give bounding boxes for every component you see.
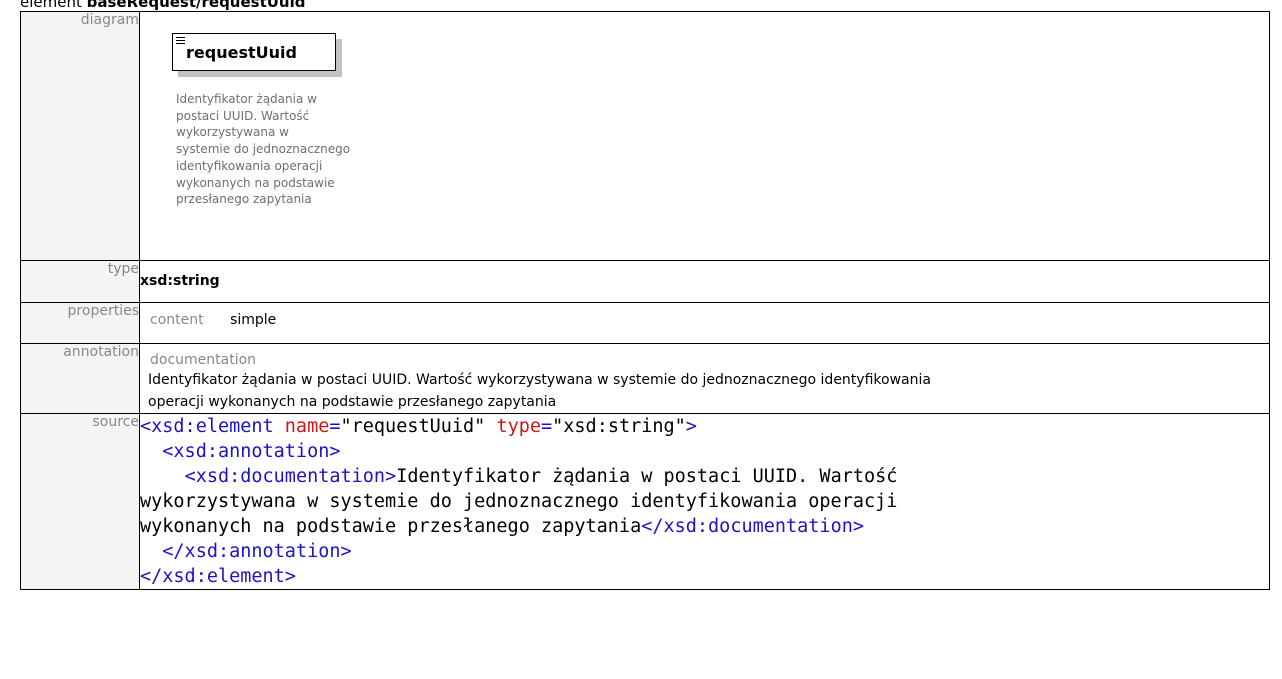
- annotation-key: documentation: [150, 352, 257, 368]
- diagram-note-line: postaci UUID. Wartość: [176, 108, 310, 123]
- property-value: simple: [230, 312, 277, 328]
- row-source: source <xsd:element name="requestUuid" t…: [20, 413, 1270, 590]
- source-line-1: <xsd:element name="requestUuid" type="xs…: [140, 416, 697, 437]
- row-type: type xsd:string: [20, 260, 1270, 303]
- annotation-line: operacji wykonanych na podstawie przesła…: [148, 394, 557, 410]
- diagram-note-line: systemie do jednoznacznego: [176, 142, 351, 157]
- heading-prefix: element: [20, 0, 82, 11]
- diagram-note-line: przesłanego zapytania: [176, 192, 312, 207]
- label-diagram: diagram: [20, 11, 140, 261]
- row-annotation: annotation documentation Identyfikator ż…: [20, 343, 1270, 414]
- diagram-note-line: wykonanych na podstawie: [176, 175, 335, 190]
- diagram-cell: requestUuid Identyfikator żądania w post…: [139, 11, 1270, 261]
- diagram-note: Identyfikator żądania w postaci UUID. Wa…: [176, 91, 416, 208]
- annotation-cell: documentation Identyfikator żądania w po…: [139, 343, 1270, 414]
- source-line-7: </xsd:element>: [140, 566, 296, 587]
- diagram-note-line: Identyfikator żądania w: [176, 92, 317, 106]
- element-doc-table: diagram requestUuid Identyfikator żądani…: [20, 11, 1270, 590]
- source-code: <xsd:element name="requestUuid" type="xs…: [139, 413, 1270, 590]
- label-type: type: [20, 260, 140, 303]
- diagram-element-box[interactable]: requestUuid: [172, 33, 336, 71]
- annotation-line: Identyfikator żądania w postaci UUID. Wa…: [148, 372, 931, 388]
- source-line-2: <xsd:annotation>: [162, 441, 341, 462]
- source-line-6: </xsd:annotation>: [162, 541, 352, 562]
- label-source: source: [20, 413, 140, 590]
- heading-path: baseRequest/requestUuid: [86, 0, 306, 11]
- row-diagram: diagram requestUuid Identyfikator żądani…: [20, 11, 1270, 261]
- label-properties: properties: [20, 302, 140, 344]
- properties-cell: content simple: [139, 302, 1270, 344]
- diagram-note-line: identyfikowania operacji: [176, 158, 323, 173]
- property-key: content: [150, 312, 204, 328]
- source-line-4: wykorzystywana w systemie do jednoznaczn…: [140, 491, 898, 512]
- label-annotation: annotation: [20, 343, 140, 414]
- row-properties: properties content simple: [20, 302, 1270, 344]
- documentation-lines-icon: [176, 37, 185, 46]
- annotation-text: Identyfikator żądania w postaci UUID. Wa…: [140, 369, 1269, 413]
- source-line-5: wykonanych na podstawie przesłanego zapy…: [140, 516, 864, 537]
- diagram-note-line: wykorzystywana w: [176, 125, 289, 140]
- diagram-element-name: requestUuid: [186, 43, 297, 62]
- type-value[interactable]: xsd:string: [139, 260, 1270, 303]
- source-line-3: <xsd:documentation>Identyfikator żądania…: [184, 466, 898, 487]
